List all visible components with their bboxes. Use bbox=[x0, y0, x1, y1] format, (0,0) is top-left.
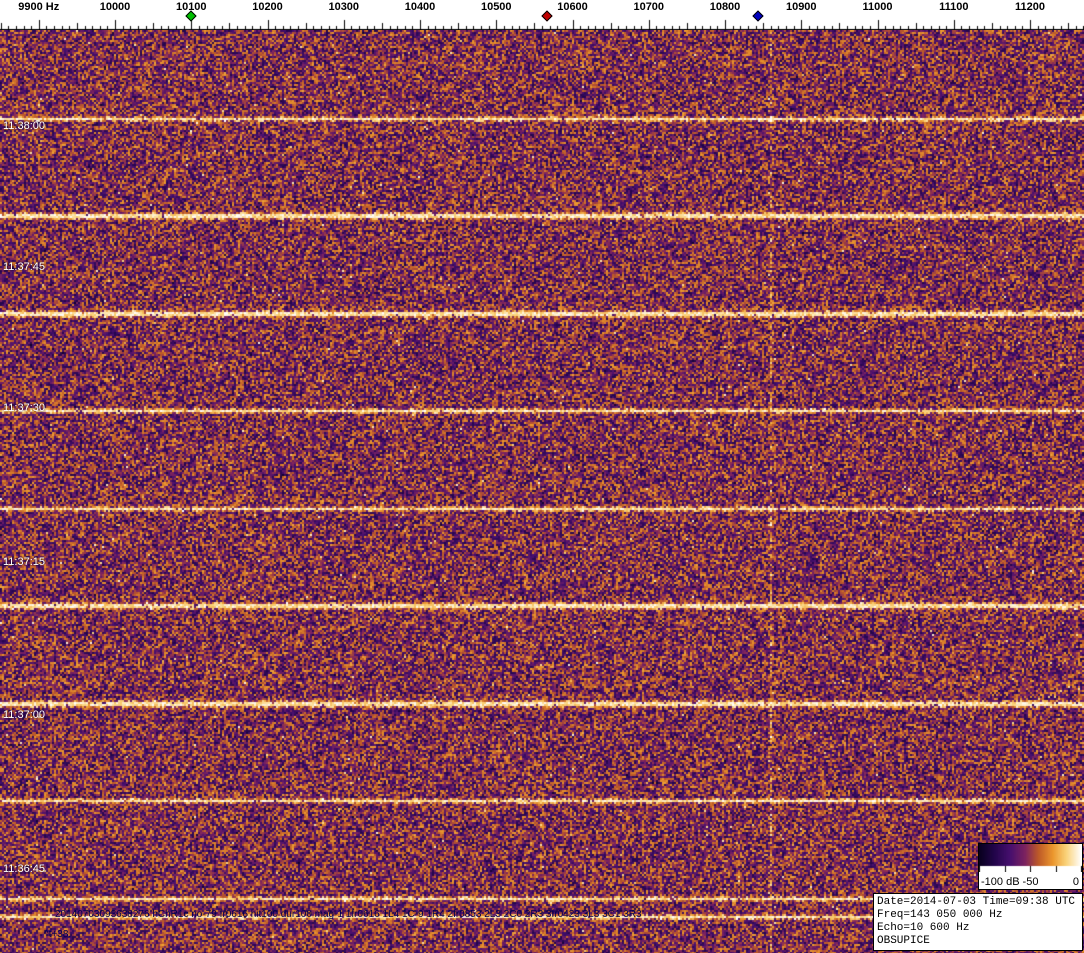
freq-tick-label: 11000 bbox=[862, 1, 893, 13]
time-cursor-label: ^t+38. bbox=[44, 929, 72, 940]
frequency-ruler: 9900 Hz 10000 10100 10200 10300 10400 10500 106… bbox=[0, 0, 1084, 30]
freq-tick-label: 10200 bbox=[252, 1, 283, 13]
time-axis-label: 11:37:30 bbox=[3, 402, 46, 415]
legend-label-max: 0 bbox=[1072, 876, 1079, 888]
freq-tick-label: 10400 bbox=[404, 1, 436, 13]
freq-tick-label: 10900 bbox=[785, 1, 817, 13]
info-line-frequency: Freq=143 050 000 Hz bbox=[877, 909, 1003, 921]
freq-tick-label: 11100 bbox=[939, 1, 969, 13]
time-axis-label: 11:36:45 bbox=[3, 863, 46, 875]
freq-tick-label: 10600 bbox=[557, 1, 588, 13]
time-axis-label: 11:37:45 bbox=[3, 261, 46, 274]
time-axis-label: 11:38:00 bbox=[3, 119, 46, 132]
freq-tick-label: 10300 bbox=[328, 1, 360, 13]
freq-tick-label: 10800 bbox=[709, 1, 741, 13]
info-line-date-time: Date=2014-07-03 Time=09:38 UTC bbox=[877, 896, 1076, 908]
legend-label-mid: -50 bbox=[1022, 876, 1039, 888]
legend-label-min: -100 dB bbox=[981, 876, 1020, 888]
time-axis-label: 11:37:15 bbox=[3, 555, 46, 568]
info-line-echo: Echo=10 600 Hz bbox=[877, 922, 970, 934]
spectrogram-app: 9900 Hz 10000 10100 10200 10300 10400 10500 106… bbox=[0, 0, 1084, 953]
freq-tick-label: 11200 bbox=[1015, 1, 1045, 13]
spectrogram-canvas bbox=[0, 30, 1084, 953]
detection-log-text: 20140703093638276 hChR1c no-79 fr0616 hi… bbox=[55, 909, 642, 920]
freq-tick-label: 9900 Hz bbox=[18, 1, 60, 13]
time-axis-label: 11:37:00 bbox=[3, 708, 46, 721]
freq-tick-label: 10700 bbox=[633, 1, 665, 13]
color-scale-legend: -100 dB -50 0 bbox=[978, 843, 1083, 890]
freq-tick-label: 10500 bbox=[480, 1, 512, 13]
observation-info-panel: Date=2014-07-03 Time=09:38 UTC Freq=143 … bbox=[873, 893, 1083, 951]
info-line-station: OBSUPICE bbox=[877, 935, 930, 947]
freq-tick-label: 10000 bbox=[99, 1, 131, 13]
color-scale-gradient bbox=[979, 844, 1082, 872]
